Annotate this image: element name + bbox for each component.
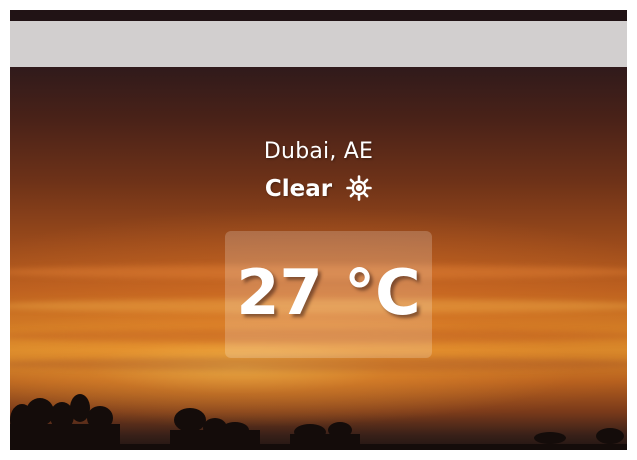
weather-condition: Clear	[10, 175, 627, 207]
condition-label: Clear	[264, 176, 333, 202]
tree-silhouette	[10, 394, 627, 450]
location-label: Dubai, AE	[263, 139, 374, 164]
temperature-value: 27 °C	[236, 256, 421, 329]
top-strip	[10, 10, 627, 21]
cloud-band	[10, 357, 627, 371]
temperature-card: 27 °C	[225, 231, 432, 358]
app-window: Dubai, AE Clear 27 °C	[10, 10, 627, 450]
sun-icon	[346, 175, 372, 207]
search-input[interactable]	[10, 21, 627, 69]
